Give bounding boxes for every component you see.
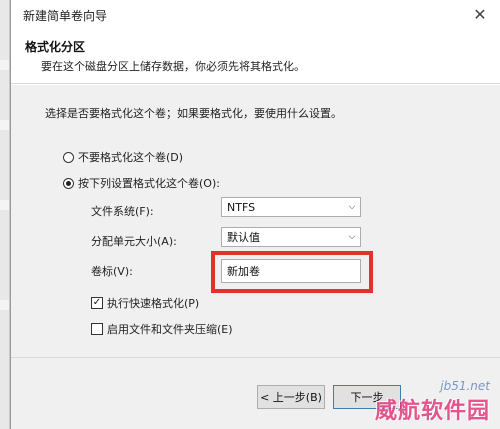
close-icon: ✕ <box>473 4 487 24</box>
wizard-body: 选择是否要格式化这个卷；如果要格式化，要使用什么设置。 不要格式化这个卷(D) … <box>11 85 500 429</box>
file-system-value: NTFS <box>227 200 256 214</box>
allocation-unit-value: 默认值 <box>227 231 260 244</box>
compression-checkbox-row[interactable]: 启用文件和文件夹压缩(E) <box>91 321 233 337</box>
radio-button-selected[interactable] <box>63 177 74 189</box>
allocation-unit-label: 分配单元大小(A): <box>91 235 177 248</box>
file-system-label: 文件系统(F): <box>91 205 154 218</box>
quick-format-checkbox[interactable]: ✓ <box>91 297 103 309</box>
window-title: 新建简单卷向导 <box>23 9 108 23</box>
chevron-down-icon: ⌵ <box>348 232 356 242</box>
radio-no-format-label: 不要格式化这个卷(D) <box>78 151 184 164</box>
radio-no-format[interactable]: 不要格式化这个卷(D) <box>63 149 183 165</box>
footer-divider <box>11 357 500 358</box>
background-list-line <box>0 200 9 210</box>
background-list-line <box>0 300 9 310</box>
wizard-header: 格式化分区 要在这个磁盘分区上储存数据，你必须先将其格式化。 <box>11 28 500 84</box>
page-title: 格式化分区 <box>25 40 86 54</box>
allocation-unit-select[interactable]: 默认值 ⌵ <box>221 227 361 247</box>
chevron-down-icon: ⌵ <box>348 202 356 212</box>
format-wizard-dialog: 新建简单卷向导 ✕ 格式化分区 要在这个磁盘分区上储存数据，你必须先将其格式化。… <box>10 0 500 429</box>
background-window-edge <box>0 0 10 429</box>
compression-checkbox[interactable] <box>91 323 103 335</box>
page-subtitle: 要在这个磁盘分区上储存数据，你必须先将其格式化。 <box>41 60 305 73</box>
next-button[interactable]: 下一步 <box>333 385 401 409</box>
background-list-line <box>0 120 9 130</box>
quick-format-checkbox-row[interactable]: ✓ 执行快速格式化(P) <box>91 295 199 311</box>
background-list-line <box>0 60 9 70</box>
file-system-select[interactable]: NTFS ⌵ <box>221 197 361 217</box>
radio-format-label: 按下列设置格式化这个卷(O): <box>78 177 220 190</box>
quick-format-label: 执行快速格式化(P) <box>107 297 200 310</box>
volume-label-label: 卷标(V): <box>91 265 133 278</box>
back-button[interactable]: < 上一步(B) <box>257 385 325 409</box>
radio-button[interactable] <box>63 151 74 163</box>
compression-label: 启用文件和文件夹压缩(E) <box>107 323 233 336</box>
instruction-text: 选择是否要格式化这个卷；如果要格式化，要使用什么设置。 <box>45 107 342 120</box>
highlight-annotation-box <box>211 251 373 293</box>
title-bar[interactable]: 新建简单卷向导 ✕ <box>11 0 500 28</box>
radio-format[interactable]: 按下列设置格式化这个卷(O): <box>63 175 220 191</box>
close-button[interactable]: ✕ <box>470 4 490 24</box>
